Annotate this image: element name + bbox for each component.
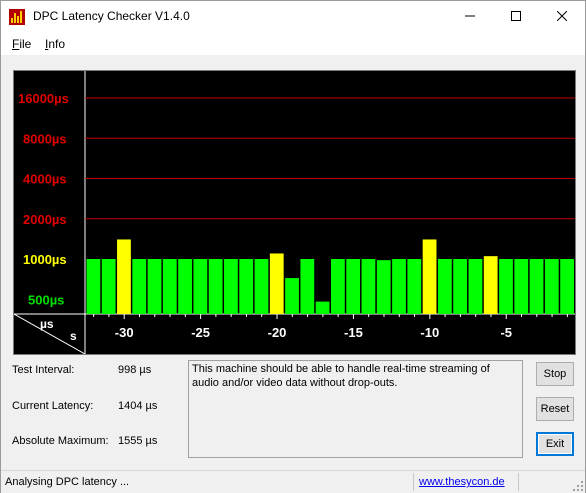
y-tick-label: 16000µs bbox=[18, 91, 69, 106]
status-separator-2 bbox=[518, 473, 519, 491]
x-tick-label: -30 bbox=[115, 325, 134, 340]
latency-bar bbox=[453, 259, 468, 314]
latency-bar bbox=[331, 259, 345, 314]
latency-bar bbox=[162, 259, 177, 314]
latency-bar bbox=[132, 259, 147, 314]
latency-bar bbox=[193, 259, 208, 314]
current-latency-label: Current Latency: bbox=[12, 400, 94, 412]
y-tick-label: 8000µs bbox=[23, 131, 67, 146]
close-button[interactable] bbox=[539, 1, 585, 31]
unit-top-label: µs bbox=[40, 317, 54, 331]
latency-bar bbox=[224, 259, 238, 314]
latency-bar bbox=[178, 259, 192, 314]
latency-bar bbox=[269, 253, 284, 314]
x-tick-label: -5 bbox=[500, 325, 512, 340]
y-tick-label: 2000µs bbox=[23, 212, 67, 227]
x-tick-label: -20 bbox=[268, 325, 287, 340]
website-link[interactable]: www.thesycon.de bbox=[419, 476, 505, 488]
latency-bar bbox=[285, 278, 299, 314]
latency-bar bbox=[529, 259, 544, 314]
app-bars-icon bbox=[9, 9, 25, 25]
title-bar[interactable]: DPC Latency Checker V1.4.0 bbox=[1, 1, 585, 31]
menu-bar: File Info bbox=[1, 31, 585, 55]
x-tick-label: -25 bbox=[191, 325, 210, 340]
latency-bar bbox=[499, 259, 513, 314]
latency-bar bbox=[86, 259, 101, 314]
exit-button[interactable]: Exit bbox=[536, 432, 574, 456]
menu-file[interactable]: File bbox=[12, 37, 31, 51]
close-icon bbox=[557, 11, 567, 21]
latency-bar bbox=[544, 259, 559, 314]
maximize-button[interactable] bbox=[493, 1, 539, 31]
y-tick-label: 4000µs bbox=[23, 172, 67, 187]
latency-bar bbox=[422, 239, 437, 314]
latency-bar bbox=[468, 259, 483, 314]
menu-info-rest: nfo bbox=[48, 37, 66, 51]
latency-bar bbox=[300, 259, 315, 314]
latency-bar bbox=[254, 259, 269, 314]
window-title: DPC Latency Checker V1.4.0 bbox=[33, 9, 190, 23]
x-tick-label: -10 bbox=[420, 325, 439, 340]
latency-bar bbox=[361, 259, 376, 314]
status-text: Analysing DPC latency ... bbox=[5, 476, 130, 488]
current-latency-value: 1404 µs bbox=[118, 400, 158, 412]
latency-bar bbox=[437, 259, 452, 314]
stop-button[interactable]: Stop bbox=[536, 362, 574, 386]
menu-info[interactable]: Info bbox=[45, 37, 65, 51]
status-message-box: This machine should be able to handle re… bbox=[188, 360, 523, 458]
status-bar: Analysing DPC latency ... www.thesycon.d… bbox=[1, 470, 585, 493]
unit-bottom-label: s bbox=[70, 329, 77, 343]
menu-file-rest: ile bbox=[19, 37, 32, 51]
minimize-icon bbox=[465, 15, 475, 17]
latency-bar bbox=[392, 259, 406, 314]
latency-chart: µs s 16000µs 8000µs 4000µs 2000µs 1000µs 500µs -… bbox=[13, 70, 576, 355]
latency-bar bbox=[514, 259, 529, 314]
status-separator bbox=[413, 473, 414, 491]
x-tick-label: -15 bbox=[344, 325, 363, 340]
resize-grip-icon[interactable] bbox=[573, 481, 583, 491]
latency-bar bbox=[117, 239, 131, 314]
minimize-button[interactable] bbox=[447, 1, 493, 31]
latency-bar bbox=[376, 260, 391, 314]
latency-bar bbox=[147, 259, 162, 314]
maximize-icon bbox=[511, 11, 521, 21]
main-window: DPC Latency Checker V1.4.0 File Info µs s… bbox=[0, 0, 586, 493]
latency-bar bbox=[315, 301, 330, 314]
y-tick-label: 1000µs bbox=[23, 252, 67, 267]
absolute-maximum-value: 1555 µs bbox=[118, 435, 158, 447]
latency-chart-svg: µs s 16000µs 8000µs 4000µs 2000µs 1000µs 500µs -… bbox=[13, 71, 575, 355]
y-tick-label: 500µs bbox=[28, 292, 64, 307]
latency-bar bbox=[239, 259, 254, 314]
latency-bar bbox=[560, 259, 574, 314]
latency-bar bbox=[101, 259, 116, 314]
test-interval-label: Test Interval: bbox=[12, 364, 75, 376]
reset-button[interactable]: Reset bbox=[536, 397, 574, 421]
test-interval-value: 998 µs bbox=[118, 364, 152, 376]
latency-bar bbox=[346, 259, 361, 314]
latency-bar bbox=[407, 259, 422, 314]
absolute-maximum-label: Absolute Maximum: bbox=[12, 435, 109, 447]
latency-bar bbox=[483, 256, 498, 314]
latency-bar bbox=[208, 259, 223, 314]
